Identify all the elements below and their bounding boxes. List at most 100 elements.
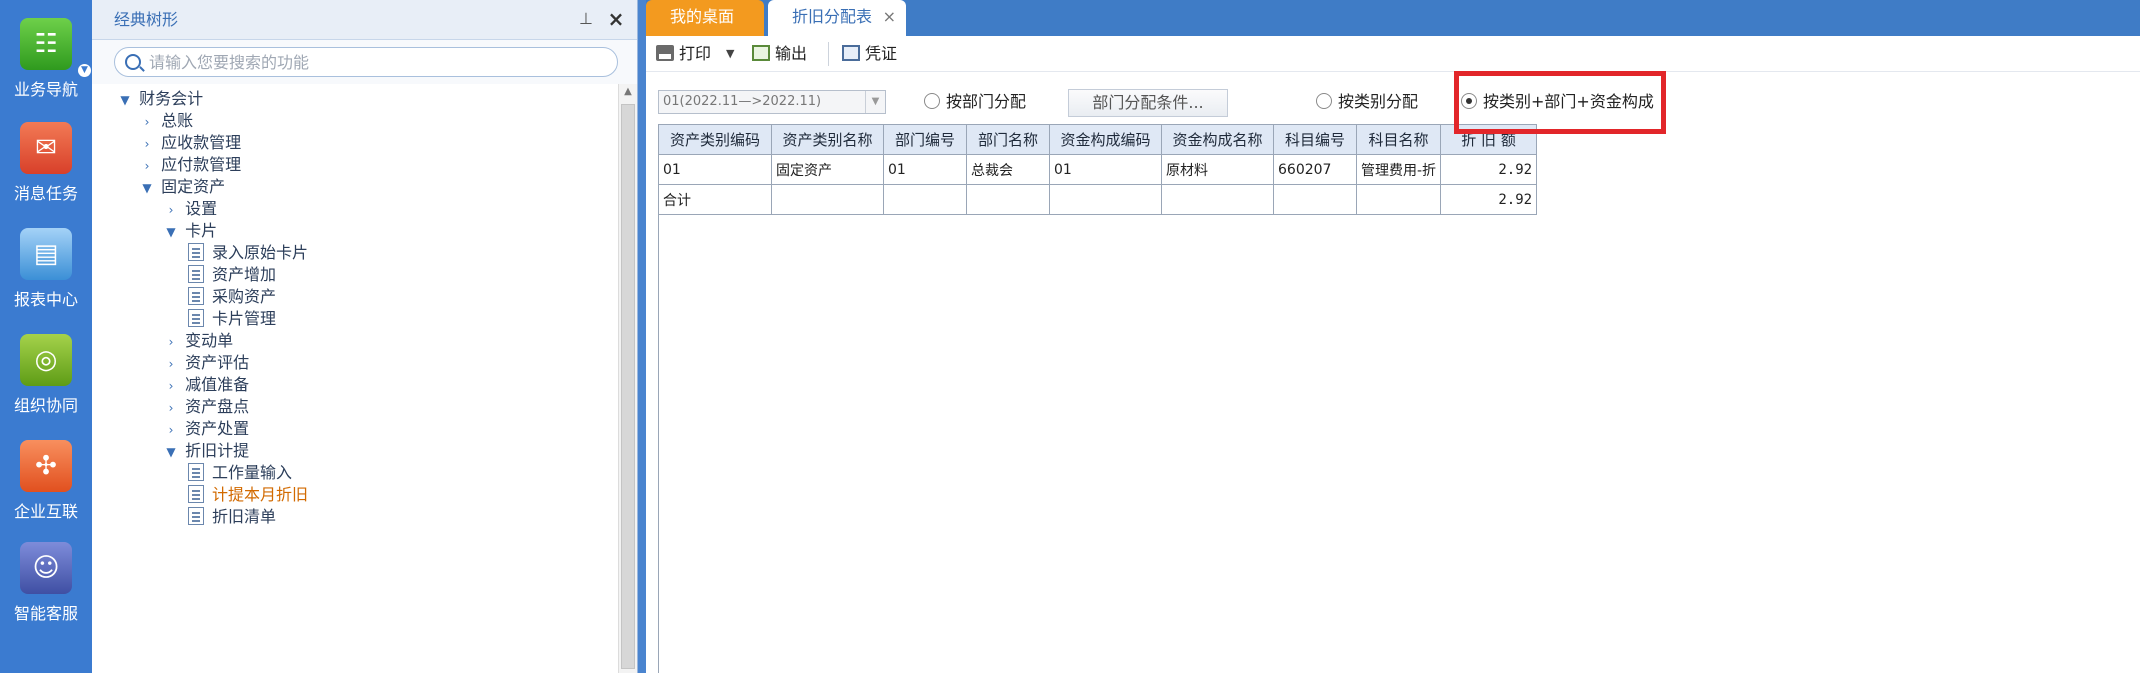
nav-enterprise-link[interactable]: ✣ 企业互联 [0, 440, 92, 522]
cell[interactable] [771, 184, 884, 215]
cell[interactable]: 管理费用-折 [1355, 154, 1442, 185]
search-box [114, 47, 618, 77]
cell[interactable] [883, 184, 967, 215]
print-dropdown[interactable]: ▼ [726, 42, 734, 66]
toolbar-divider [828, 42, 829, 66]
column-header[interactable]: 资金构成编码 [1049, 124, 1162, 155]
column-header[interactable]: 部门编号 [883, 124, 967, 155]
column-header[interactable]: 科目编号 [1273, 124, 1357, 155]
export-button[interactable]: 输出 [752, 42, 807, 66]
nav-business-navigation[interactable]: ☷ 业务导航 ▼ [0, 18, 92, 100]
cell[interactable]: 固定资产 [771, 154, 884, 185]
tree-scrollbar[interactable]: ▲ [618, 84, 637, 673]
voucher-icon [842, 45, 860, 61]
scroll-up-icon[interactable]: ▲ [622, 86, 634, 98]
tab-label: 折旧分配表 [792, 7, 873, 26]
export-icon [752, 45, 770, 61]
toolbar: 打印 ▼ 输出 凭证 [646, 36, 2140, 72]
radio-selected-icon [1461, 93, 1477, 109]
main-content: 我的桌面 折旧分配表 × 打印 ▼ 输出 凭证 01(2022.11—>2022… [646, 0, 2140, 673]
document-icon [188, 463, 204, 481]
chevron-down-icon[interactable]: ▼ [78, 64, 91, 77]
close-icon[interactable]: × [607, 9, 625, 29]
column-header[interactable]: 资产类别名称 [771, 124, 884, 155]
radio-label: 按部门分配 [946, 92, 1027, 111]
search-bar [92, 40, 637, 84]
cell[interactable]: 原材料 [1161, 154, 1274, 185]
tree-panel-title: 经典树形 [114, 10, 179, 29]
column-header[interactable]: 资金构成名称 [1161, 124, 1274, 155]
export-label: 输出 [775, 44, 808, 63]
cell[interactable]: 总裁会 [966, 154, 1050, 185]
document-icon [188, 485, 204, 503]
column-header[interactable]: 部门名称 [966, 124, 1050, 155]
cell[interactable]: 01 [658, 154, 772, 185]
radio-label: 按类别+部门+资金构成 [1483, 92, 1654, 111]
chevron-down-icon[interactable]: ▼ [162, 437, 180, 467]
nav-label: 报表中心 [13, 290, 78, 309]
voucher-button[interactable]: 凭证 [842, 42, 897, 66]
search-input[interactable] [149, 51, 609, 73]
search-icon[interactable] [125, 54, 141, 70]
close-icon[interactable]: × [883, 0, 896, 34]
voucher-label: 凭证 [865, 44, 898, 63]
panel-splitter[interactable] [638, 0, 646, 673]
radio-by-department[interactable]: 按部门分配 [924, 90, 1026, 114]
scrollbar-thumb[interactable] [621, 104, 635, 669]
cell[interactable]: 660207 [1273, 154, 1357, 185]
document-icon [188, 287, 204, 305]
tree-leaf-depreciation-list[interactable]: 折旧清单 [188, 502, 276, 532]
business-nav-icon: ☷ [20, 18, 72, 70]
enterprise-link-icon: ✣ [20, 440, 72, 492]
document-icon [188, 265, 204, 283]
print-label: 打印 [679, 44, 712, 63]
chevron-down-icon[interactable]: ▼ [138, 173, 156, 203]
period-value: 01(2022.11—>2022.11) [663, 94, 822, 109]
cell[interactable] [1049, 184, 1162, 215]
org-collab-icon: ◎ [20, 334, 72, 386]
tree-node-label: 折旧清单 [212, 507, 277, 526]
nav-label: 业务导航 [13, 80, 78, 99]
tree-panel-header: 经典树形 ⊥ × [92, 0, 637, 40]
period-select[interactable]: 01(2022.11—>2022.11) ▼ [658, 90, 886, 114]
nav-message-tasks[interactable]: ✉ 消息任务 [0, 122, 92, 204]
pin-icon[interactable]: ⊥ [577, 9, 595, 29]
chevron-down-icon[interactable]: ▼ [116, 85, 134, 115]
cell[interactable] [1273, 184, 1357, 215]
column-header[interactable]: 资产类别编码 [658, 124, 772, 155]
radio-by-category[interactable]: 按类别分配 [1316, 90, 1418, 114]
table-row[interactable]: 01 固定资产 01 总裁会 01 原材料 660207 管理费用-折 2.92 [658, 154, 1538, 185]
radio-by-category-dept-fund[interactable]: 按类别+部门+资金构成 [1461, 90, 1654, 114]
cell[interactable] [966, 184, 1050, 215]
tree-panel: 经典树形 ⊥ × ▼ 财务会计 › 总账 › 应收款管理 › 应付款管理 ▼ 固… [92, 0, 638, 673]
message-task-icon: ✉ [20, 122, 72, 174]
document-icon [188, 507, 204, 525]
nav-smart-service[interactable]: ☺ 智能客服 [0, 542, 92, 624]
table-header-row: 资产类别编码 资产类别名称 部门编号 部门名称 资金构成编码 资金构成名称 科目… [658, 124, 1538, 155]
table-total-row[interactable]: 合计 2.92 [658, 184, 1538, 215]
column-header[interactable]: 科目名称 [1355, 124, 1442, 155]
depreciation-table: 资产类别编码 资产类别名称 部门编号 部门名称 资金构成编码 资金构成名称 科目… [658, 124, 1538, 215]
tab-my-desktop[interactable]: 我的桌面 [646, 0, 764, 36]
chevron-down-icon[interactable]: ▼ [162, 217, 180, 247]
dept-allocation-condition-button[interactable]: 部门分配条件... [1068, 89, 1228, 117]
report-center-icon: ▤ [20, 228, 72, 280]
nav-report-center[interactable]: ▤ 报表中心 [0, 228, 92, 310]
tab-depreciation-allocation[interactable]: 折旧分配表 × [768, 0, 906, 36]
cell[interactable] [1161, 184, 1274, 215]
radio-icon [1316, 93, 1332, 109]
cell[interactable]: 01 [1049, 154, 1162, 185]
cell[interactable]: 2.92 [1440, 154, 1538, 185]
cell[interactable]: 2.92 [1440, 184, 1538, 215]
cell[interactable] [1355, 184, 1442, 215]
nav-label: 组织协同 [13, 396, 78, 415]
cell[interactable]: 01 [883, 154, 967, 185]
nav-org-collaboration[interactable]: ◎ 组织协同 [0, 334, 92, 416]
smart-service-icon: ☺ [20, 542, 72, 594]
column-header[interactable]: 折 旧 额 [1440, 124, 1538, 155]
print-button[interactable]: 打印 [656, 42, 711, 66]
chevron-down-icon[interactable]: ▼ [865, 91, 885, 113]
cell[interactable]: 合计 [658, 184, 772, 215]
chevron-down-icon: ▼ [726, 47, 735, 60]
tab-label: 我的桌面 [670, 7, 735, 26]
